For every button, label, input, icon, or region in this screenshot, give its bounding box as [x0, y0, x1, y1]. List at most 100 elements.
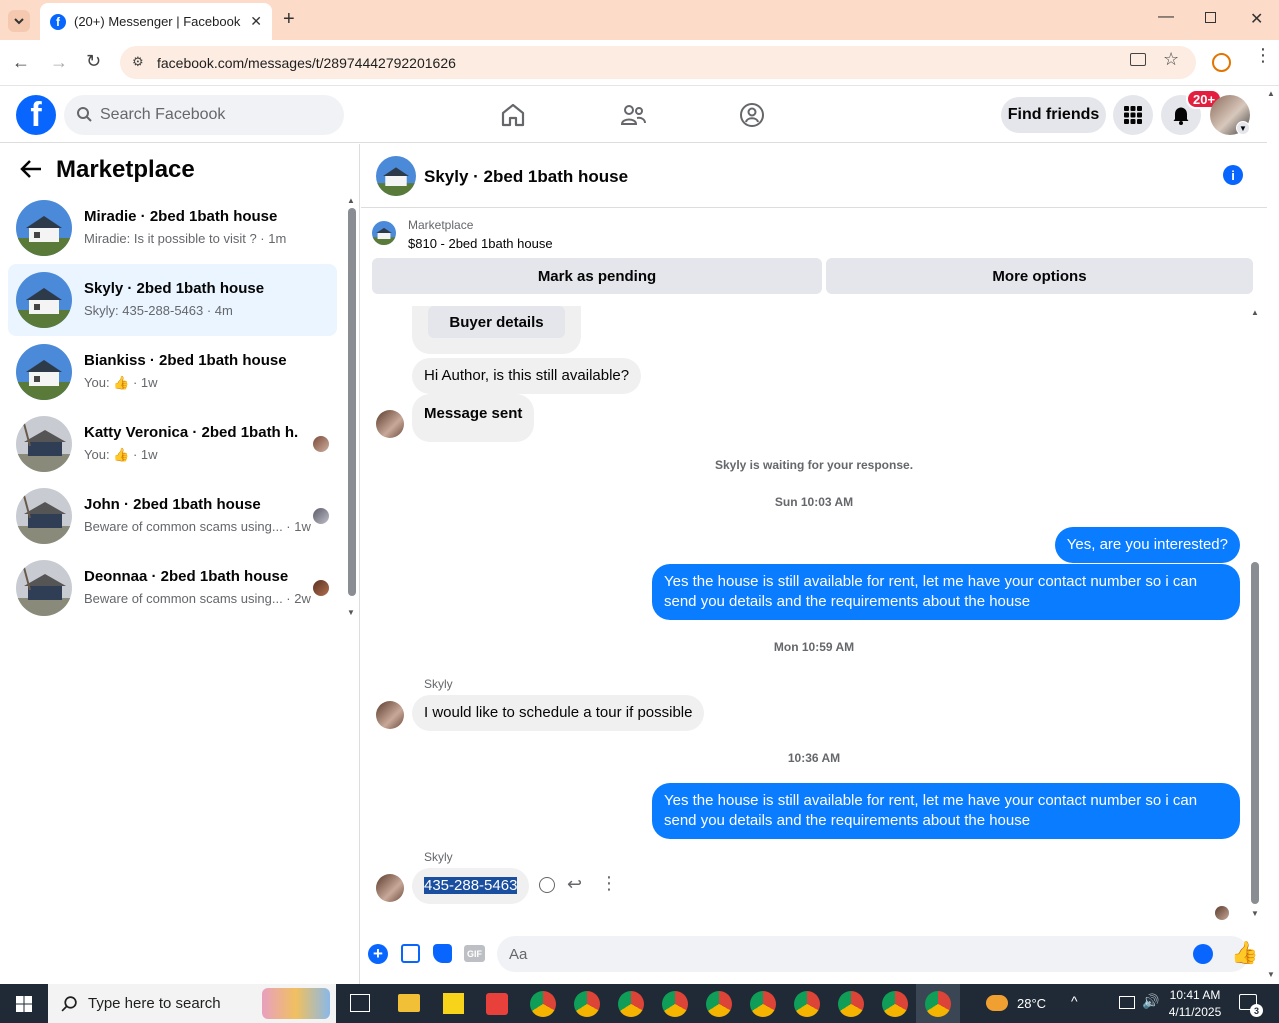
- more-options-button[interactable]: More options: [826, 258, 1253, 294]
- chrome-profile-icon[interactable]: [750, 991, 776, 1017]
- preview-prefix: You:: [84, 375, 110, 390]
- react-emoji-icon[interactable]: [539, 877, 555, 893]
- mark-as-pending-button[interactable]: Mark as pending: [372, 258, 822, 294]
- conversation-item[interactable]: Katty Veronica · 2bed 1bath h... You: 👍 …: [8, 408, 337, 480]
- site-info-icon[interactable]: ⚙: [132, 54, 144, 70]
- weather-temp[interactable]: 28°C: [1017, 996, 1046, 1011]
- network-icon[interactable]: [1119, 996, 1135, 1009]
- reload-icon[interactable]: ↻: [86, 51, 101, 72]
- conversation-item[interactable]: Miradie · 2bed 1bath house Miradie: Is i…: [8, 192, 337, 264]
- profile-icon[interactable]: [1212, 53, 1231, 72]
- sidebar-scroll-up-icon[interactable]: ▲: [347, 196, 355, 205]
- chat-scroll-up-icon[interactable]: ▲: [1251, 308, 1259, 317]
- groups-icon[interactable]: [739, 102, 765, 128]
- tray-chevron-icon[interactable]: ^: [1071, 993, 1078, 1009]
- task-view-icon[interactable]: [350, 994, 370, 1012]
- chrome-profile-icon[interactable]: [794, 991, 820, 1017]
- tab-list-chevron-icon[interactable]: [8, 10, 30, 32]
- page-scrollbar-up-icon[interactable]: ▲: [1267, 89, 1275, 98]
- volume-icon[interactable]: 🔊: [1142, 993, 1159, 1010]
- incoming-message[interactable]: I would like to schedule a tour if possi…: [412, 695, 705, 731]
- incoming-message[interactable]: Hi Author, is this still available?: [412, 358, 642, 394]
- home-icon[interactable]: [500, 102, 526, 128]
- buyer-details-button[interactable]: Buyer details: [428, 306, 565, 338]
- attach-photo-icon[interactable]: [401, 944, 420, 963]
- preview-suffix: · 1w: [129, 375, 158, 390]
- listing-price-title[interactable]: $810 - 2bed 1bath house: [408, 236, 553, 251]
- new-tab-icon[interactable]: +: [283, 8, 295, 31]
- page-scrollbar-down-icon[interactable]: ▼: [1267, 970, 1275, 979]
- forward-icon[interactable]: →: [50, 52, 68, 73]
- conversation-item[interactable]: Deonnaa · 2bed 1bath house Beware of com…: [8, 552, 337, 624]
- like-thumbs-up-icon[interactable]: 👍: [1231, 940, 1258, 966]
- browser-tab[interactable]: f (20+) Messenger | Facebook ✕: [40, 3, 272, 40]
- restore-icon[interactable]: [1205, 12, 1216, 23]
- conversation-preview: You: 👍 · 1w: [84, 375, 158, 391]
- emoji-icon[interactable]: [1193, 944, 1213, 964]
- more-actions-plus-icon[interactable]: +: [368, 944, 388, 964]
- chat-title[interactable]: Skyly · 2bed 1bath house: [424, 167, 628, 187]
- chrome-profile-icon-active[interactable]: [925, 991, 951, 1017]
- close-window-icon[interactable]: ✕: [1250, 9, 1263, 29]
- bookmark-star-icon[interactable]: ☆: [1163, 49, 1179, 70]
- conversation-preview: Skyly: 435-288-5463 · 4m: [84, 303, 233, 318]
- back-arrow-icon[interactable]: [20, 159, 42, 179]
- conversation-item[interactable]: Biankiss · 2bed 1bath house You: 👍 · 1w: [8, 336, 337, 408]
- message-input[interactable]: Aa: [497, 936, 1249, 972]
- friends-icon[interactable]: [620, 102, 646, 128]
- conversation-preview: Beware of common scams using... · 2w: [84, 591, 311, 606]
- chat-scroll-down-icon[interactable]: ▼: [1251, 909, 1259, 918]
- file-explorer-icon[interactable]: [398, 994, 420, 1012]
- sticky-notes-icon[interactable]: [443, 993, 464, 1014]
- read-receipt-avatar: [313, 580, 329, 596]
- chrome-profile-icon[interactable]: [618, 991, 644, 1017]
- listing-thumbnail: [16, 416, 72, 472]
- listing-mini-thumbnail: [372, 221, 396, 245]
- install-app-icon[interactable]: [1130, 53, 1146, 66]
- menu-grid-button[interactable]: [1113, 95, 1153, 135]
- facebook-logo-icon[interactable]: f: [16, 95, 56, 135]
- waiting-notice: Skyly is waiting for your response.: [714, 458, 914, 472]
- incoming-message-phone[interactable]: 435-288-5463: [412, 868, 530, 904]
- more-actions-icon[interactable]: ⋮: [600, 873, 618, 894]
- app-red-icon[interactable]: [486, 993, 508, 1015]
- reply-icon[interactable]: ↩: [567, 874, 582, 895]
- chat-listing-thumbnail[interactable]: [376, 156, 416, 196]
- clock-time: 10:41 AM: [1169, 988, 1221, 1002]
- close-tab-icon[interactable]: ✕: [250, 13, 262, 30]
- chrome-profile-icon[interactable]: [882, 991, 908, 1017]
- outgoing-message[interactable]: Yes the house is still available for ren…: [652, 564, 1240, 620]
- back-icon[interactable]: ←: [12, 52, 30, 73]
- chrome-profile-icon[interactable]: [838, 991, 864, 1017]
- minimize-icon[interactable]: —: [1158, 8, 1174, 26]
- selected-phone-text: 435-288-5463: [424, 877, 518, 894]
- chrome-profile-icon[interactable]: [530, 991, 556, 1017]
- find-friends-button[interactable]: Find friends: [1001, 97, 1106, 133]
- sidebar-scroll-down-icon[interactable]: ▼: [347, 608, 355, 617]
- taskbar-clock[interactable]: 10:41 AM 4/11/2025: [1160, 987, 1230, 1021]
- chrome-profile-icon[interactable]: [706, 991, 732, 1017]
- account-chevron-icon[interactable]: ▼: [1236, 121, 1250, 135]
- sticker-icon[interactable]: [433, 944, 452, 963]
- url-field[interactable]: ⚙ facebook.com/messages/t/28974442792201…: [120, 46, 1196, 79]
- info-icon[interactable]: i: [1223, 165, 1243, 185]
- sender-avatar[interactable]: [376, 701, 404, 729]
- taskbar-search-placeholder: Type here to search: [88, 995, 221, 1012]
- search-input[interactable]: Search Facebook: [64, 95, 344, 135]
- conversation-item[interactable]: John · 2bed 1bath house Beware of common…: [8, 480, 337, 552]
- chrome-profile-icon[interactable]: [662, 991, 688, 1017]
- weather-icon[interactable]: [986, 995, 1008, 1011]
- sender-avatar[interactable]: [376, 874, 404, 902]
- outgoing-message[interactable]: Yes the house is still available for ren…: [652, 783, 1240, 839]
- outgoing-message[interactable]: Yes, are you interested?: [1054, 527, 1240, 563]
- windows-start-icon[interactable]: [16, 996, 32, 1012]
- chrome-profile-icon[interactable]: [574, 991, 600, 1017]
- listing-thumbnail: [16, 344, 72, 400]
- conversation-item-active[interactable]: Skyly · 2bed 1bath house Skyly: 435-288-…: [8, 264, 337, 336]
- chat-scrollbar[interactable]: [1251, 562, 1259, 904]
- browser-menu-icon[interactable]: ⋮: [1254, 46, 1272, 64]
- gif-icon[interactable]: GIF: [464, 945, 485, 962]
- sidebar-scrollbar[interactable]: [348, 208, 356, 596]
- sender-avatar[interactable]: [376, 410, 404, 438]
- taskbar-search-input[interactable]: Type here to search: [48, 984, 336, 1023]
